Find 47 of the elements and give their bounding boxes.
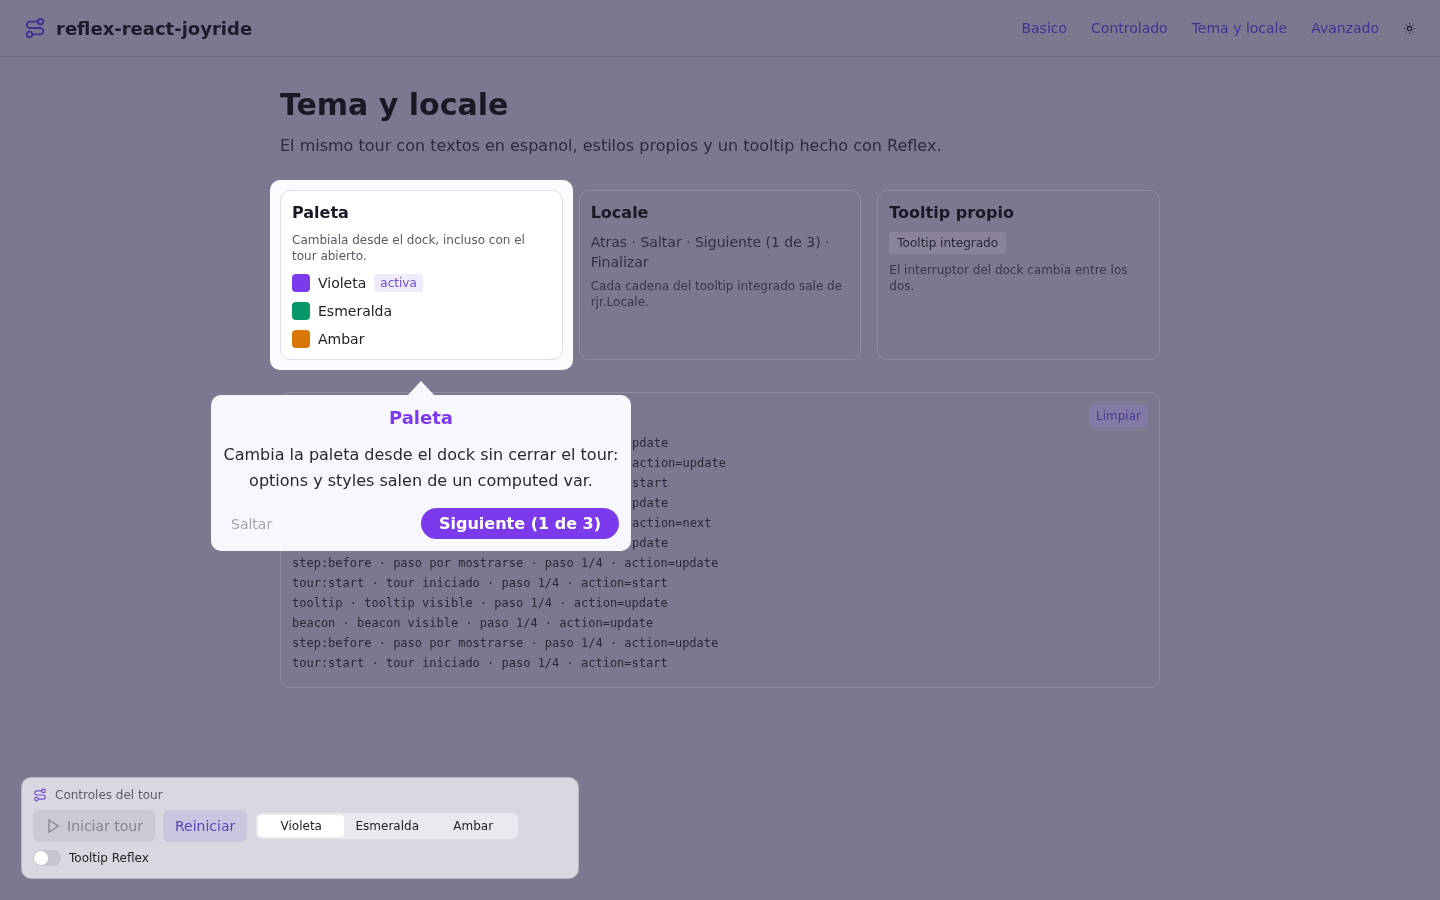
skip-button[interactable]: Saltar [223, 515, 281, 532]
card-description: El interruptor del dock cambia entre los dos. [889, 262, 1129, 294]
log-line: tooltip · tooltip visible · paso 1/4 · action=update [292, 596, 668, 610]
palette-option: Ambar [318, 331, 365, 347]
tooltip-badge: Tooltip integrado [889, 232, 1006, 254]
log-line: action=next [632, 516, 712, 530]
route-icon [33, 788, 47, 802]
tooltip-body: Cambia la paleta desde el dock sin cerrar el tour: options y styles salen de un computed var. [223, 444, 619, 492]
page-subtitle: El mismo tour con textos en espanol, estilos propios y un tooltip hecho con Reflex. [280, 136, 943, 155]
card-title: Locale [590, 203, 650, 222]
segment-tab[interactable]: Ambar [430, 815, 517, 837]
page-title: Tema y locale [280, 87, 510, 122]
log-line: step:before · paso por mostrarse · paso 1/4 · action=update [292, 556, 719, 570]
tooltip-title: Paleta [389, 407, 453, 428]
log-line: tour:start · tour iniciado · paso 1/4 · action=start [292, 656, 668, 670]
nav-link[interactable]: Controlado [1091, 20, 1168, 36]
switch-label: Tooltip Reflex [69, 851, 149, 865]
log-line: start [632, 476, 669, 490]
next-button[interactable]: Siguiente (1 de 3) [421, 508, 619, 539]
restart-button[interactable]: Reiniciar [162, 810, 248, 842]
log-line: tour:start · tour iniciado · paso 1/4 · action=start [292, 576, 668, 590]
palette-option: Violeta [318, 275, 367, 291]
active-badge: activa [374, 274, 423, 292]
nav-link[interactable]: Basico [1021, 20, 1068, 36]
log-line: step:before · paso por mostrarse · paso 1/4 · action=update [292, 636, 719, 650]
nav-link[interactable]: Tema y locale [1191, 20, 1288, 36]
log-line: action=update [632, 456, 726, 470]
brand-name: reflex-react-joyride [56, 17, 253, 39]
sun-icon[interactable] [1403, 21, 1416, 35]
card-note: Cada cadena del tooltip integrado sale de rjr.Locale. [590, 278, 844, 310]
log-line: pdate [632, 496, 669, 510]
toggle-switch[interactable] [33, 850, 61, 866]
clear-button[interactable]: Limpiar [1089, 405, 1148, 427]
log-line: pdate [632, 536, 669, 550]
log-line: beacon · beacon visible · paso 1/4 · action=update [292, 616, 654, 630]
card-title: Tooltip propio [889, 203, 1015, 222]
play-icon [45, 818, 61, 834]
card-title: Paleta [292, 203, 350, 222]
card-description: Cambiala desde el dock, incluso con el tour abierto. [292, 232, 526, 264]
nav-link[interactable]: Avanzado [1311, 20, 1379, 36]
palette-option: Esmeralda [318, 303, 393, 319]
dock-title: Controles del tour [55, 788, 163, 802]
segment-tab[interactable]: Esmeralda [344, 815, 431, 837]
route-icon [24, 17, 46, 39]
segment-tab[interactable]: Violeta [258, 815, 345, 837]
log-line: pdate [632, 436, 669, 450]
locale-strings: Atras · Saltar · Siguiente (1 de 3) · Finalizar [590, 233, 831, 272]
